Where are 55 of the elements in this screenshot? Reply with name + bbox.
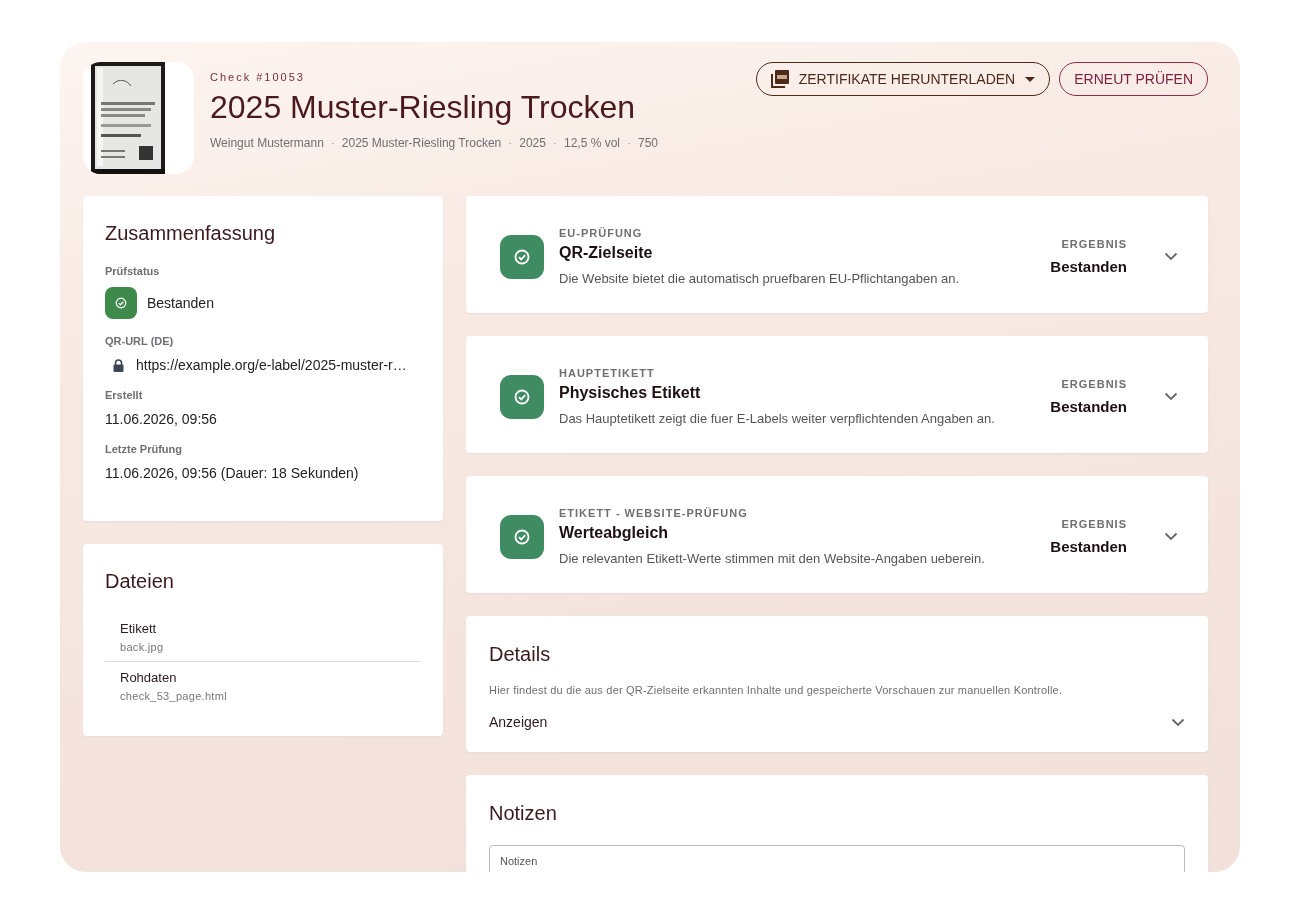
pdf-icon [770,70,789,88]
file-name[interactable]: Rohdaten [120,670,177,685]
url-link[interactable]: https://example.org/e-label/2025-muster-r… [136,357,407,373]
result-value: Bestanden [1050,398,1127,415]
check-category: ETIKETT - WEBSITE-PRÜFUNG [559,507,748,519]
meta-text: 2025 [519,136,546,150]
result-label: ERGEBNIS [1061,518,1127,530]
card-title: Zusammenfassung [105,222,277,245]
check-description: Das Hauptetikett zeigt die fuer E-Labels weiter verpflichtenden Angaben an. [559,411,995,426]
field-label: QR-URL (DE) [105,335,174,347]
card-title: Notizen [489,802,558,825]
check-card[interactable]: ETIKETT - WEBSITE-PRÜFUNG Werteabgleich Die relevanten Etikett-Werte stimmen mit den Website-Angaben ueberein. ERGEBNIS Bestanden [466,476,1208,593]
separator-dot: · [627,136,631,150]
field-label: Erstellt [105,389,143,401]
separator-dot: · [552,136,557,150]
status-text: Bestanden [147,295,214,311]
file-path: check_53_page.html [120,690,227,702]
check-category: EU-PRÜFUNG [559,227,643,239]
field-value: 11.06.2026, 09:56 [105,411,218,427]
field-label: Prüfstatus [105,265,160,277]
card-title: Dateien [105,570,175,593]
meta-text: Weingut Mustermann [210,136,324,150]
chevron-icon[interactable] [1164,252,1178,261]
result-label: ERGEBNIS [1061,378,1127,390]
separator-dot: · [508,136,513,150]
field-value: 11.06.2026, 09:56 (Dauer: 18 Sekunden) [105,465,360,481]
meta-text: 750 [638,136,659,150]
result-value: Bestanden [1050,258,1127,275]
chevron-icon[interactable] [1164,532,1178,541]
meta-text: 2025 Muster-Riesling Trocken [341,136,502,150]
check-description: Die Website bietet die automatisch pruefbaren EU-Pflichtangaben an. [559,271,960,286]
field-label: Letzte Prüfung [105,443,182,455]
card-title: Details [489,643,552,666]
check-category: HAUPTETIKETT [559,367,655,379]
notes-field[interactable]: Notizen [489,845,1185,872]
chevron-icon[interactable] [1164,392,1178,401]
caret-icon [1025,76,1036,82]
result-value: Bestanden [1050,538,1127,555]
show-toggle[interactable]: Anzeigen [489,714,548,730]
check-title: Werteabgleich [559,524,669,542]
lock-icon [113,358,124,372]
check-card[interactable]: HAUPTETIKETT Physisches Etikett Das Hauptetikett zeigt die fuer E-Labels weiter verpflichtenden Angaben an. ERGEBNIS Bestanden [466,336,1208,453]
meta-text: 12,5 % vol [563,136,620,150]
result-label: ERGEBNIS [1061,238,1127,250]
check-id: Check #10053 [210,71,306,83]
check-title: Physisches Etikett [559,384,701,402]
details-description: Hier findest du die aus der QR-Zielseite erkannten Inhalte und gespeicherte Vorschauen zur manuellen Kontrolle. [489,684,1064,696]
file-name[interactable]: Etikett [120,621,157,636]
check-title: QR-Zielseite [559,244,653,262]
check-card[interactable]: EU-PRÜFUNG QR-Zielseite Die Website bietet die automatisch pruefbaren EU-Pflichtangaben an. ERGEBNIS Bestanden [466,196,1208,313]
page-title: 2025 Muster-Riesling Trocken [210,89,637,126]
check-description: Die relevanten Etikett-Werte stimmen mit den Website-Angaben ueberein. [559,551,985,566]
file-path: back.jpg [120,641,164,653]
chevron-icon[interactable] [1171,717,1185,727]
separator-dot: · [330,136,335,150]
